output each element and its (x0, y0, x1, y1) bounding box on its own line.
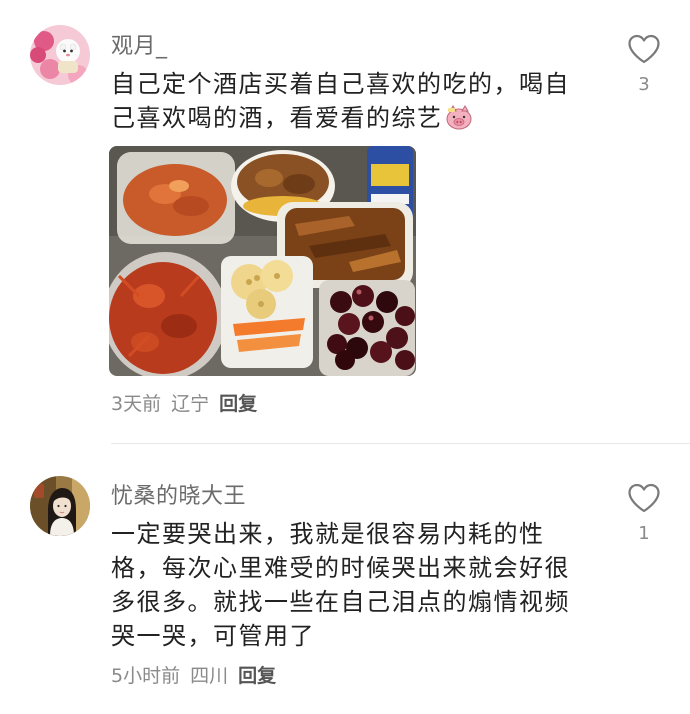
comment-meta: 3天前 辽宁 回复 (111, 389, 267, 416)
username[interactable]: 忧桑的晓大王 (111, 478, 246, 510)
heart-icon (628, 34, 660, 64)
comment-meta: 5小时前 四川 回复 (111, 661, 286, 688)
comment-text: 一定要哭出来，我就是很容易内耗的性格，每次心里难受的时候哭出来就会好很多很多。就… (111, 520, 570, 650)
like-count: 1 (638, 523, 650, 544)
like-button[interactable]: 1 (625, 483, 663, 544)
comment-text: 自己定个酒店买着自己喜欢的吃的，喝自己喜欢喝的酒，看爱看的综艺 (111, 67, 581, 135)
comment-time: 3天前 (111, 393, 162, 415)
comment-location: 四川 (190, 665, 229, 687)
reply-button[interactable]: 回复 (219, 393, 257, 415)
pig-face-sticker-icon (445, 105, 473, 131)
comment-time: 5小时前 (111, 665, 181, 687)
heart-icon (628, 483, 660, 513)
reply-button[interactable]: 回复 (238, 665, 276, 687)
like-button[interactable]: 3 (625, 34, 663, 95)
divider (111, 443, 690, 444)
comment-text-content: 自己定个酒店买着自己喜欢的吃的，喝自己喜欢喝的酒，看爱看的综艺 (111, 70, 570, 132)
food-photo-image (109, 146, 416, 376)
avatar-image (30, 476, 90, 536)
avatar[interactable] (30, 476, 90, 536)
avatar[interactable] (30, 25, 90, 85)
like-count: 3 (638, 74, 650, 95)
comment-photo[interactable] (109, 146, 416, 376)
username[interactable]: 观月_ (111, 28, 168, 60)
comment-item: 忧桑的晓大王 一定要哭出来，我就是很容易内耗的性格，每次心里难受的时候哭出来就会… (0, 445, 690, 714)
comment-location: 辽宁 (171, 393, 210, 415)
comment-item: 观月_ 自己定个酒店买着自己喜欢的吃的，喝自己喜欢喝的酒，看爱看的综艺 3 3天… (0, 0, 690, 440)
avatar-image (30, 25, 90, 85)
